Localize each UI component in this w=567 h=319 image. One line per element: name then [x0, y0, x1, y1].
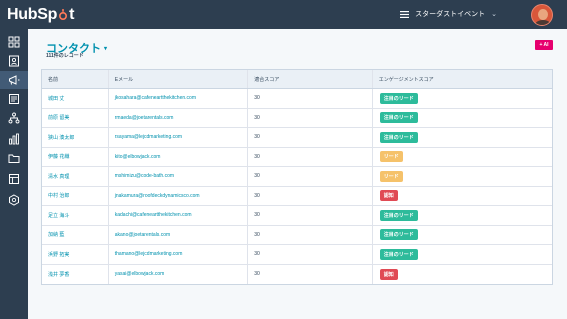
logo-text-right: t [69, 6, 75, 23]
sidebar-item-settings[interactable] [0, 191, 28, 209]
contacts-icon [9, 55, 19, 67]
fit-score: 30 [248, 108, 373, 127]
contact-email[interactable]: rsayama@lejcdmarketing.com [109, 128, 249, 147]
fit-score: 30 [248, 225, 373, 244]
contacts-table: 名前 Eメール 適合スコア エンゲージメントスコア 城田 丈 jkosahara@… [41, 69, 553, 285]
table-header: 名前 Eメール 適合スコア エンゲージメントスコア [42, 70, 552, 89]
fit-score: 30 [248, 206, 373, 225]
sidebar-item-automation[interactable] [0, 109, 28, 127]
contact-name[interactable]: 伊藤 花織 [42, 147, 109, 166]
contact-email[interactable]: kadachi@cafeneartthekitchen.com [109, 206, 249, 225]
engagement-badge: リード [379, 151, 403, 163]
contact-email[interactable]: kito@elbowjack.com [109, 147, 249, 166]
hamburger-icon [400, 10, 410, 18]
column-header-name[interactable]: 名前 [42, 70, 109, 88]
sidebar-item-reports[interactable] [0, 130, 28, 148]
sidebar-item-library[interactable] [0, 170, 28, 188]
folder-icon [8, 154, 20, 163]
engagement-badge: 認知 [379, 268, 398, 280]
table-row[interactable]: 狭山 湊太郎 rsayama@lejcdmarketing.com 30 注目のリード [42, 128, 552, 148]
engagement-cell: リード [373, 148, 552, 167]
engagement-badge: 注目のリード [379, 229, 418, 241]
sidebar-item-files[interactable] [0, 149, 28, 167]
contact-email[interactable]: mshimizu@code-bath.com [109, 167, 249, 186]
engagement-cell: 認知 [373, 265, 552, 285]
logo-text-left: HubSp [7, 6, 58, 23]
sidebar-item-inbox[interactable] [0, 90, 28, 108]
contact-name[interactable]: 清水 真理 [42, 167, 109, 186]
engagement-badge: リード [379, 170, 403, 182]
engagement-badge: 注目のリード [379, 131, 418, 143]
fit-score: 30 [248, 128, 373, 147]
ai-button[interactable]: + AI [535, 40, 553, 50]
contact-email[interactable]: yasai@elbowjack.com [109, 264, 249, 284]
contact-name[interactable]: 加納 藍 [42, 225, 109, 244]
engagement-badge: 注目のリード [379, 209, 418, 221]
table-row[interactable]: 加納 藍 akano@joetarentals.com 30 注目のリード [42, 225, 552, 245]
table-row[interactable]: 伊藤 花織 kito@elbowjack.com 30 リード [42, 147, 552, 167]
table-row[interactable]: 浅井 夢香 yasai@elbowjack.com 30 認知 [42, 264, 552, 285]
contact-email[interactable]: jkosahara@cafeneartthekitchen.com [109, 89, 249, 108]
contact-name[interactable]: 浅井 夢香 [42, 264, 109, 284]
engagement-cell: 注目のリード [373, 245, 552, 264]
reports-icon [9, 133, 19, 145]
table-row[interactable]: 前原 留美 rmaeda@joetarentals.com 30 注目のリード [42, 108, 552, 128]
column-header-fit-score[interactable]: 適合スコア [248, 70, 373, 88]
engagement-cell: 注目のリード [373, 89, 552, 108]
table-row[interactable]: 城田 丈 jkosahara@cafeneartthekitchen.com 30 注… [42, 89, 552, 109]
sprocket-icon [57, 8, 69, 21]
contact-email[interactable]: jnakamura@roofdeckdynamicsco.com [109, 186, 249, 205]
engagement-cell: 注目のリード [373, 206, 552, 225]
workspace-name: スターダストイベント [415, 11, 486, 18]
contact-name[interactable]: 狭山 湊太郎 [42, 128, 109, 147]
column-header-email[interactable]: Eメール [109, 70, 249, 88]
settings-icon [9, 194, 19, 206]
engagement-cell: 注目のリード [373, 128, 552, 147]
megaphone-icon [9, 75, 20, 85]
top-navigation-bar: HubSp t スターダストイベント ⌄ [0, 0, 567, 29]
engagement-cell: 注目のリード [373, 109, 552, 128]
engagement-badge: 注目のリード [379, 112, 418, 124]
fit-score: 30 [248, 89, 373, 108]
workspace-switcher[interactable]: スターダストイベント ⌄ [400, 9, 497, 19]
engagement-badge: 認知 [379, 190, 398, 202]
contact-name[interactable]: 前原 留美 [42, 108, 109, 127]
table-row[interactable]: 清水 真理 mshimizu@code-bath.com 30 リード [42, 167, 552, 187]
contact-email[interactable]: akano@joetarentals.com [109, 225, 249, 244]
engagement-cell: リード [373, 167, 552, 186]
table-row[interactable]: 足立 海斗 kadachi@cafeneartthekitchen.com 30 注目… [42, 206, 552, 226]
sidebar [0, 29, 28, 319]
contact-name[interactable]: 中村 治郎 [42, 186, 109, 205]
sidebar-item-marketing[interactable] [0, 71, 28, 89]
column-header-engagement-score[interactable]: エンゲージメントスコア [373, 70, 552, 88]
engagement-cell: 認知 [373, 187, 552, 206]
fit-score: 30 [248, 264, 373, 284]
contact-name[interactable]: 浜野 拓実 [42, 245, 109, 264]
sidebar-item-apps[interactable] [0, 33, 28, 51]
sidebar-item-contacts[interactable] [0, 52, 28, 70]
table-body: 城田 丈 jkosahara@cafeneartthekitchen.com 30 注… [42, 89, 552, 284]
chevron-down-icon: ▾ [104, 45, 108, 52]
table-row[interactable]: 浜野 拓実 thamano@lejcdmarketing.com 30 注目のリード [42, 245, 552, 265]
chevron-down-icon: ⌄ [491, 11, 497, 18]
fit-score: 30 [248, 245, 373, 264]
grid-icon [8, 36, 20, 48]
contact-email[interactable]: rmaeda@joetarentals.com [109, 108, 249, 127]
contact-name[interactable]: 足立 海斗 [42, 206, 109, 225]
fit-score: 30 [248, 167, 373, 186]
table-row[interactable]: 中村 治郎 jnakamura@roofdeckdynamicsco.com 30 認… [42, 186, 552, 206]
engagement-badge: 注目のリード [379, 92, 418, 104]
inbox-icon [9, 94, 19, 104]
hubspot-logo[interactable]: HubSp t [7, 5, 74, 25]
engagement-badge: 注目のリード [379, 248, 418, 260]
fit-score: 30 [248, 147, 373, 166]
library-icon [9, 174, 19, 184]
record-count: 111件のレコード [46, 53, 84, 59]
contact-name[interactable]: 城田 丈 [42, 89, 109, 108]
contact-email[interactable]: thamano@lejcdmarketing.com [109, 245, 249, 264]
fit-score: 30 [248, 186, 373, 205]
avatar[interactable] [531, 4, 553, 26]
workflow-icon [8, 112, 20, 124]
engagement-cell: 注目のリード [373, 226, 552, 245]
